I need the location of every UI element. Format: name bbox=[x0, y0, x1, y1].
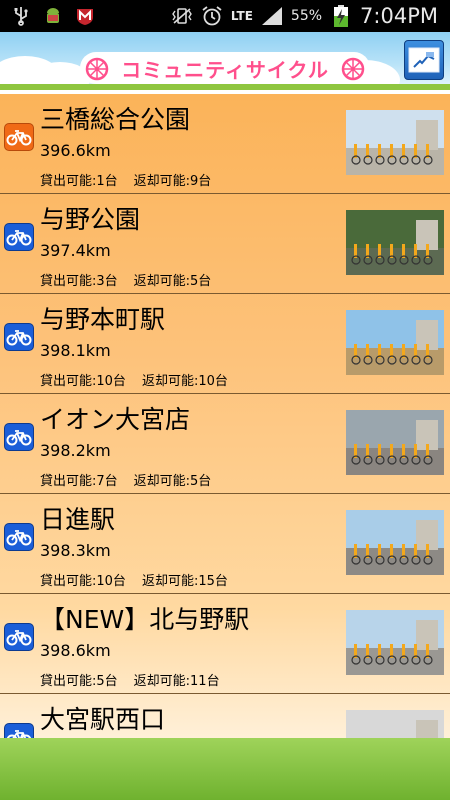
station-distance: 397.4km bbox=[40, 241, 111, 260]
bicycle-icon bbox=[4, 223, 34, 251]
station-name: 三橋総合公園 bbox=[40, 105, 191, 134]
station-distance: 398.6km bbox=[40, 641, 111, 660]
page-title: コミュニティサイクル bbox=[121, 57, 329, 82]
footer-bar bbox=[0, 738, 450, 800]
header-divider bbox=[0, 84, 450, 90]
station-distance: 396.6km bbox=[40, 141, 111, 160]
station-row[interactable]: イオン大宮店 398.2km 貸出可能:7台 返却可能:5台 bbox=[0, 394, 450, 494]
availability: 貸出可能:10台 返却可能:10台 bbox=[40, 370, 244, 389]
station-row[interactable]: 三橋総合公園 396.6km 貸出可能:1台 返却可能:9台 bbox=[0, 94, 450, 194]
wheel-icon bbox=[341, 57, 365, 81]
battery-percent: 55% bbox=[290, 8, 323, 24]
map-button[interactable] bbox=[404, 40, 444, 80]
station-photo bbox=[346, 410, 444, 475]
network-type: LTE bbox=[230, 9, 253, 23]
station-list: 三橋総合公園 396.6km 貸出可能:1台 返却可能:9台 与野公園 397.4… bbox=[0, 94, 450, 738]
alarm-icon bbox=[201, 5, 223, 27]
station-name: イオン大宮店 bbox=[40, 405, 191, 434]
rent-available: 貸出可能:10台 bbox=[40, 374, 126, 389]
rent-available: 貸出可能:10台 bbox=[40, 574, 126, 589]
station-photo bbox=[346, 310, 444, 375]
station-photo bbox=[346, 110, 444, 175]
return-available: 返却可能:15台 bbox=[141, 574, 228, 589]
station-photo bbox=[346, 710, 444, 738]
station-row[interactable]: 【NEW】北与野駅 398.6km 貸出可能:5台 返却可能:11台 bbox=[0, 594, 450, 694]
bicycle-icon bbox=[4, 423, 34, 451]
clock: 7:04PM bbox=[360, 4, 438, 28]
station-row[interactable]: 大宮駅西口 bbox=[0, 694, 450, 738]
return-available: 返却可能:10台 bbox=[141, 374, 228, 389]
wheel-icon bbox=[85, 57, 109, 81]
station-row[interactable]: 与野本町駅 398.1km 貸出可能:10台 返却可能:10台 bbox=[0, 294, 450, 394]
title-banner: コミュニティサイクル bbox=[80, 52, 370, 84]
return-available: 返却可能:11台 bbox=[133, 674, 220, 689]
station-name: 日進駅 bbox=[40, 505, 116, 534]
rent-available: 貸出可能:1台 bbox=[40, 174, 118, 189]
station-photo bbox=[346, 610, 444, 675]
availability: 貸出可能:1台 返却可能:9台 bbox=[40, 170, 227, 189]
signal-icon bbox=[261, 5, 283, 27]
bicycle-icon bbox=[4, 723, 34, 738]
availability: 貸出可能:5台 返却可能:11台 bbox=[40, 670, 236, 689]
rent-available: 貸出可能:7台 bbox=[40, 474, 118, 489]
availability: 貸出可能:10台 返却可能:15台 bbox=[40, 570, 244, 589]
vibrate-icon bbox=[171, 5, 193, 27]
station-name: 与野本町駅 bbox=[40, 305, 166, 334]
availability: 貸出可能:7台 返却可能:5台 bbox=[40, 470, 227, 489]
app-header: コミュニティサイクル bbox=[0, 32, 450, 90]
return-available: 返却可能:5台 bbox=[133, 274, 212, 289]
battery-charging-icon bbox=[330, 5, 352, 27]
rent-available: 貸出可能:5台 bbox=[40, 674, 118, 689]
status-bar: LTE 55% 7:04PM bbox=[0, 0, 450, 32]
station-distance: 398.1km bbox=[40, 341, 111, 360]
station-name: 与野公園 bbox=[40, 205, 141, 234]
station-distance: 398.3km bbox=[40, 541, 111, 560]
bicycle-icon bbox=[4, 123, 34, 151]
bicycle-icon bbox=[4, 323, 34, 351]
station-distance: 398.2km bbox=[40, 441, 111, 460]
station-row[interactable]: 与野公園 397.4km 貸出可能:3台 返却可能:5台 bbox=[0, 194, 450, 294]
usb-icon bbox=[10, 5, 32, 27]
station-name: 大宮駅西口 bbox=[40, 705, 166, 734]
station-photo bbox=[346, 210, 444, 275]
map-icon bbox=[408, 47, 440, 73]
return-available: 返却可能:9台 bbox=[133, 174, 212, 189]
station-name: 【NEW】北与野駅 bbox=[40, 605, 250, 634]
station-photo bbox=[346, 510, 444, 575]
android-debug-icon bbox=[42, 5, 64, 27]
bicycle-icon bbox=[4, 523, 34, 551]
rent-available: 貸出可能:3台 bbox=[40, 274, 118, 289]
return-available: 返却可能:5台 bbox=[133, 474, 212, 489]
station-row[interactable]: 日進駅 398.3km 貸出可能:10台 返却可能:15台 bbox=[0, 494, 450, 594]
availability: 貸出可能:3台 返却可能:5台 bbox=[40, 270, 227, 289]
bicycle-icon bbox=[4, 623, 34, 651]
mcafee-icon bbox=[74, 5, 96, 27]
